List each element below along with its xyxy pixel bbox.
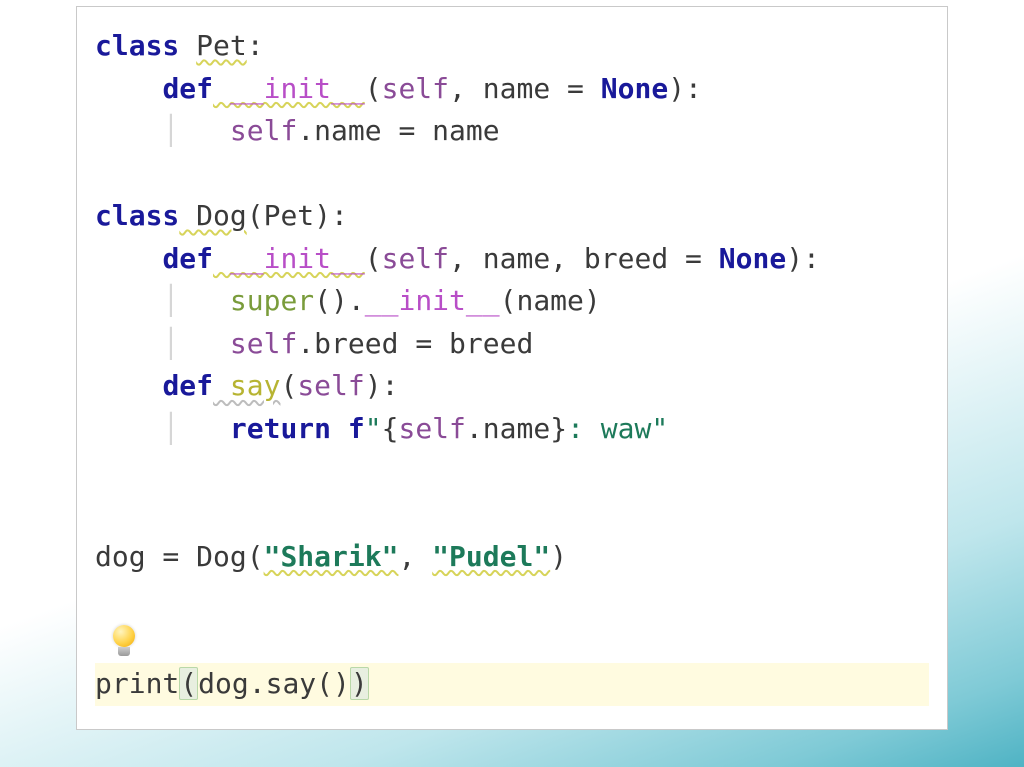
code-line: class Pet: [95, 25, 929, 68]
indent-guide: │ [162, 114, 229, 147]
assignment: .name = name [297, 114, 499, 147]
code-line: def __init__(self, name, breed = None): [95, 238, 929, 281]
punct-rparen: ) [550, 540, 567, 573]
punct-rparen: ): [365, 369, 399, 402]
code-line: │ super().__init__(name) [95, 280, 929, 323]
indent [95, 369, 162, 402]
punct-rparen-matched: ) [350, 667, 369, 700]
code-line: │ return f"{self.name}: waw" [95, 408, 929, 451]
code-editor-panel: class Pet: def __init__(self, name = Non… [76, 6, 948, 730]
keyword-class: class [95, 199, 179, 232]
keyword-class: class [95, 29, 179, 62]
lightbulb-icon[interactable] [109, 625, 139, 661]
punct-lparen: ( [365, 242, 382, 275]
punct-lparen-matched: ( [179, 667, 198, 700]
self-param: self [382, 72, 449, 105]
string-quote: " [651, 412, 668, 445]
indent-guide: │ [162, 327, 229, 360]
code-line: │ self.breed = breed [95, 323, 929, 366]
keyword-none: None [719, 242, 786, 275]
params: , name = [449, 72, 601, 105]
method-name-init: __init__ [213, 242, 365, 275]
assign-lhs: dog = [95, 540, 196, 573]
code-line: print(dog.name) [95, 621, 929, 664]
code-line-blank [95, 578, 929, 621]
code-line: dog = Dog("Sharik", "Pudel") [95, 536, 929, 579]
method-name-say: say [213, 369, 280, 402]
indent [95, 72, 162, 105]
code-line: def __init__(self, name = None): [95, 68, 929, 111]
builtin-print: print [95, 667, 179, 700]
punct-rparen: ): [314, 199, 348, 232]
brace-close: } [550, 412, 567, 445]
punct-lparen: ( [280, 369, 297, 402]
punct: (). [314, 284, 365, 317]
self-param: self [297, 369, 364, 402]
punct-lparen: ( [247, 540, 264, 573]
fstring-attr: .name [466, 412, 550, 445]
super-call: super [230, 284, 314, 317]
code-line-blank [95, 450, 929, 493]
base-class: Pet [264, 199, 315, 232]
self-ref: self [230, 114, 297, 147]
bulb-base-icon [118, 647, 130, 656]
punct-colon: : [247, 29, 264, 62]
punct-rparen: ): [668, 72, 702, 105]
code-line-active: print(dog.say()) [95, 663, 929, 706]
string-body: : waw [567, 412, 651, 445]
punct-rparen: ): [786, 242, 820, 275]
string-literal: "Sharik" [264, 540, 399, 573]
string-quote: " [365, 412, 382, 445]
fstring-prefix: f [348, 412, 365, 445]
fstring-self: self [398, 412, 465, 445]
class-name: Pet [179, 29, 246, 62]
code-line: │ self.name = name [95, 110, 929, 153]
indent-guide: │ [162, 412, 229, 445]
keyword-def: def [162, 72, 213, 105]
params: , name, breed = [449, 242, 719, 275]
code-line-blank [95, 493, 929, 536]
code-line-blank [95, 153, 929, 196]
code-line: class Dog(Pet): [95, 195, 929, 238]
call-expr: dog.say( [198, 667, 333, 700]
indent [95, 284, 162, 317]
self-ref: self [230, 327, 297, 360]
method-name-init: __init__ [213, 72, 365, 105]
punct-lparen: ( [247, 199, 264, 232]
keyword-none: None [601, 72, 668, 105]
self-param: self [382, 242, 449, 275]
keyword-def: def [162, 369, 213, 402]
keyword-return: return [230, 412, 331, 445]
string-literal: "Pudel" [432, 540, 550, 573]
indent [95, 114, 162, 147]
punct-rparen: ) [333, 667, 350, 700]
indent [95, 327, 162, 360]
punct-lparen: ( [365, 72, 382, 105]
args: (name) [500, 284, 601, 317]
indent-guide: │ [162, 284, 229, 317]
assignment: .breed = breed [297, 327, 533, 360]
code-line: def say(self): [95, 365, 929, 408]
indent [95, 412, 162, 445]
class-call: Dog [196, 540, 247, 573]
bulb-glass-icon [113, 625, 135, 647]
punct-comma: , [398, 540, 432, 573]
keyword-def: def [162, 242, 213, 275]
brace-open: { [382, 412, 399, 445]
indent [95, 242, 162, 275]
method-name-init: __init__ [365, 284, 500, 317]
space [331, 412, 348, 445]
class-name: Dog [179, 199, 246, 232]
